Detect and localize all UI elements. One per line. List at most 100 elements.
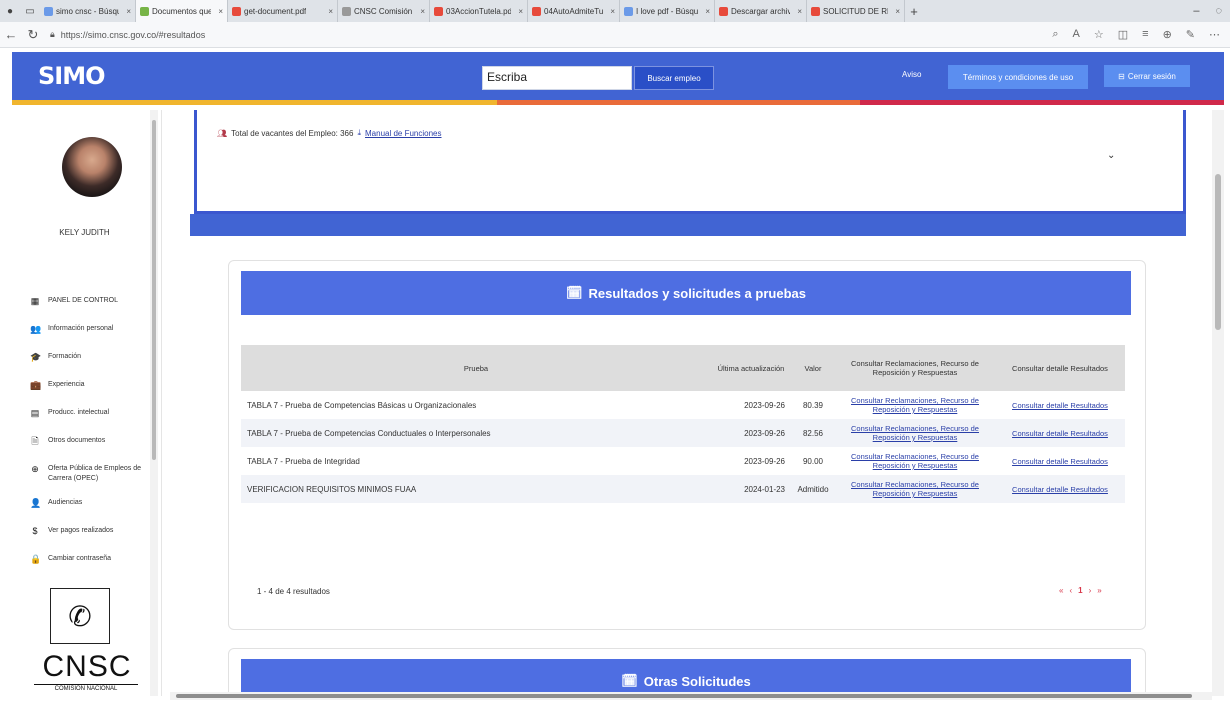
results-table: Prueba Última actualización Valor Consul… (241, 345, 1125, 503)
tab-favicon-icon (434, 6, 443, 16)
results-detail-link[interactable]: Consultar detalle Resultados (1001, 401, 1119, 410)
tab-favicon-icon (532, 6, 541, 16)
close-tab-icon[interactable]: × (324, 7, 333, 16)
minimize-icon[interactable]: – (1193, 5, 1199, 17)
url-field[interactable]: 🔒︎ https://simo.cnsc.gov.co/#resultados (50, 29, 205, 40)
sidebar-item[interactable]: 👥 Información personal (30, 320, 160, 348)
results-detail-link[interactable]: Consultar detalle Resultados (1001, 485, 1119, 494)
sidebar-item-label: Audiencias (48, 499, 83, 506)
cell-detalle: Consultar detalle Resultados (995, 419, 1125, 447)
header-color-strip (12, 100, 1224, 105)
browser-tab[interactable]: Descargar archivo | iL× (715, 0, 807, 22)
refresh-icon[interactable]: ↻ (22, 27, 44, 43)
split-screen-icon[interactable]: ◫ (1118, 28, 1128, 41)
window-icon[interactable]: ◌ (1215, 5, 1222, 17)
simo-logo[interactable]: SIMO (38, 62, 105, 90)
browser-tab[interactable]: CNSC Comisión Naci× (338, 0, 430, 22)
chevron-down-icon[interactable]: ⌄ (1107, 150, 1115, 161)
tab-actions-icon[interactable]: ▭ (20, 6, 40, 17)
sidebar-item-label: Producc. intelectual (48, 409, 110, 416)
close-tab-icon[interactable]: × (793, 7, 802, 16)
sidebar-scrollbar[interactable] (150, 110, 158, 696)
claims-link[interactable]: Consultar Reclamaciones, Recurso de Repo… (841, 396, 989, 414)
close-tab-icon[interactable]: × (606, 7, 615, 16)
current-page[interactable]: 1 (1078, 586, 1082, 595)
close-tab-icon[interactable]: × (122, 7, 131, 16)
job-search-input[interactable]: Escriba (482, 66, 632, 90)
back-icon[interactable]: ← (0, 27, 22, 42)
vacancies-text: Total de vacantes del Empleo: 366 (231, 128, 354, 138)
logout-button[interactable]: ⊟ Cerrar sesión (1104, 65, 1190, 87)
close-tab-icon[interactable]: × (701, 7, 710, 16)
results-detail-link[interactable]: Consultar detalle Resultados (1001, 457, 1119, 466)
read-aloud-icon[interactable]: A (1073, 28, 1080, 41)
sidebar-item[interactable]: ▦ PANEL DE CONTROL (30, 292, 160, 320)
browser-tab[interactable]: I love pdf - Búsqueda× (620, 0, 715, 22)
results-detail-link[interactable]: Consultar detalle Resultados (1001, 429, 1119, 438)
close-tab-icon[interactable]: × (214, 7, 223, 16)
extensions-icon[interactable]: ✎ (1186, 28, 1195, 41)
sidebar-item[interactable]: 🎓 Formación (30, 348, 160, 376)
tab-label: 04AutoAdmiteTutela (544, 6, 604, 16)
tab-label: Documentos que par (152, 6, 212, 16)
results-card: 🗓︎ Resultados y solicitudes a pruebas Pr… (228, 260, 1146, 630)
cell-prueba: TABLA 7 - Prueba de Competencias Conduct… (241, 419, 711, 447)
sidebar-item[interactable]: 💼 Experiencia (30, 376, 160, 404)
logout-label: Cerrar sesión (1127, 71, 1176, 81)
collections-icon[interactable]: ⊕ (1163, 28, 1172, 41)
close-tab-icon[interactable]: × (514, 7, 523, 16)
search-job-button[interactable]: Buscar empleo (634, 66, 714, 90)
sidebar-item[interactable]: 🗎 Otros documentos (30, 432, 160, 460)
last-page-button[interactable]: » (1097, 586, 1101, 595)
other-requests-card: 🗓︎ Otras Solicitudes (228, 648, 1146, 696)
claims-link[interactable]: Consultar Reclamaciones, Recurso de Repo… (841, 480, 989, 498)
next-page-button[interactable]: › (1089, 586, 1092, 595)
col-detalle: Consultar detalle Resultados (995, 345, 1125, 391)
claims-link[interactable]: Consultar Reclamaciones, Recurso de Repo… (841, 424, 989, 442)
horizontal-scrollbar[interactable] (170, 692, 1212, 700)
tab-favicon-icon (140, 6, 149, 16)
cell-prueba: VERIFICACION REQUISITOS MINIMOS FUAA (241, 475, 711, 503)
browser-tab[interactable]: get-document.pdf × (228, 0, 338, 22)
avatar[interactable] (62, 137, 122, 197)
prev-page-button[interactable]: ‹ (1069, 586, 1072, 595)
cell-detalle: Consultar detalle Resultados (995, 475, 1125, 503)
more-icon[interactable]: ⋯ (1209, 28, 1220, 41)
aviso-link[interactable]: Aviso (902, 70, 921, 79)
pager-info: 1 - 4 de 4 resultados (257, 587, 330, 596)
close-tab-icon[interactable]: × (416, 7, 425, 16)
tab-label: simo cnsc - Búsqueda (56, 6, 119, 16)
dashboard-icon: ▦ (30, 296, 40, 306)
sidebar-item[interactable]: ⊕ Oferta Pública de Empleos de Carrera (O… (30, 460, 160, 494)
cnsc-logo-subtitle: COMISIÓN NACIONAL (34, 684, 138, 692)
cnsc-logo-text: CNSC (42, 650, 132, 683)
globe-icon: ⊕ (31, 464, 39, 474)
browser-tab[interactable]: Documentos que par× (136, 0, 228, 22)
main-scrollbar[interactable] (1212, 110, 1224, 696)
browser-tab[interactable]: 03AccionTutela.pdf × (430, 0, 528, 22)
profile-icon[interactable]: ● (0, 6, 20, 17)
search-page-icon[interactable]: ⌕ (1052, 28, 1058, 41)
sidebar-item-label: Oferta Pública de Empleos de Carrera (OP… (48, 465, 141, 482)
browser-tab[interactable]: simo cnsc - Búsqueda× (40, 0, 136, 22)
sidebar: KELY JUDITH ▦ PANEL DE CONTROL 👥 Informació… (12, 110, 162, 696)
sidebar-item[interactable]: 🔒 Cambiar contraseña (30, 550, 160, 578)
close-tab-icon[interactable]: × (891, 7, 900, 16)
sidebar-item[interactable]: $ Ver pagos realizados (30, 522, 160, 550)
new-tab-button[interactable]: + (905, 4, 923, 19)
functions-manual-link[interactable]: Manual de Funciones (365, 129, 442, 138)
sidebar-item[interactable]: ▤ Producc. intelectual (30, 404, 160, 432)
lock-small-icon: 🔒︎ (50, 29, 55, 39)
other-requests-header: 🗓︎ Otras Solicitudes (241, 659, 1131, 696)
claims-link[interactable]: Consultar Reclamaciones, Recurso de Repo… (841, 452, 989, 470)
favorite-icon[interactable]: ☆ (1094, 28, 1104, 41)
browser-tab[interactable]: SOLICITUD DE REVISI× (807, 0, 905, 22)
favorites-bar-icon[interactable]: ≡ (1142, 28, 1148, 41)
terms-button[interactable]: Términos y condiciones de uso (948, 65, 1088, 89)
browser-tab[interactable]: 04AutoAdmiteTutela× (528, 0, 620, 22)
sidebar-item[interactable]: 👤 Audiencias (30, 494, 160, 522)
first-page-button[interactable]: « (1059, 586, 1063, 595)
lock-icon: 🔒 (30, 554, 42, 564)
sidebar-item-label: Información personal (48, 325, 114, 332)
tab-label: Descargar archivo | iL (731, 6, 790, 16)
